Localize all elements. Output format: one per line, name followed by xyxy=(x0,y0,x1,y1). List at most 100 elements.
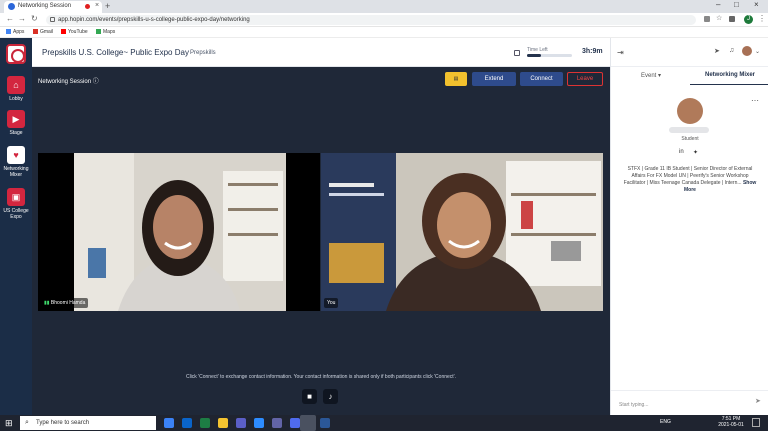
self-name-tag: You xyxy=(324,298,339,308)
maps-icon xyxy=(96,29,101,34)
right-panel-header: ⇥ ➤ ♫ ⌄ xyxy=(611,38,768,67)
participant-bio: STFX | Grade 11 IB Student | Senior Dire… xyxy=(623,166,757,193)
camera-toggle-button[interactable]: ■ xyxy=(302,389,317,404)
language-indicator[interactable]: ENG xyxy=(660,419,671,425)
reload-icon[interactable]: ↻ xyxy=(31,14,38,23)
file-explorer-icon[interactable] xyxy=(218,418,228,428)
time-left-progress xyxy=(527,54,572,57)
new-tab-button[interactable]: + xyxy=(105,1,110,11)
forward-icon[interactable]: → xyxy=(18,14,26,23)
info-icon[interactable]: ⓘ xyxy=(93,79,99,85)
microphone-icon: ♪ xyxy=(328,392,333,401)
calendar-icon xyxy=(514,50,520,56)
gmail-icon xyxy=(33,29,38,34)
bookmark-maps[interactable]: Maps xyxy=(96,29,115,35)
self-video-feed xyxy=(321,153,603,311)
networking-icon: ♥ xyxy=(7,146,25,164)
send-invite-icon[interactable]: ➤ xyxy=(714,47,720,55)
browser-tab[interactable]: Networking Session × xyxy=(4,1,102,13)
hopin-favicon-icon xyxy=(8,3,15,10)
time-left-progress-fill xyxy=(527,54,541,57)
event-title: Prepskills U.S. College~ Public Expo Day xyxy=(42,48,189,57)
windows-start-icon[interactable]: ⊞ xyxy=(5,418,13,429)
sidebar-item-lobby[interactable]: ⌂ Lobby xyxy=(0,76,32,102)
bookmark-youtube[interactable]: YouTube xyxy=(61,29,88,35)
chat-input[interactable]: Start typing... ➤ xyxy=(611,390,768,415)
event-header: Prepskills U.S. College~ Public Expo Day… xyxy=(32,38,610,67)
notifications-icon[interactable] xyxy=(752,418,760,427)
video-camera-icon: ■ xyxy=(307,392,312,401)
microphone-toggle-button[interactable]: ♪ xyxy=(323,389,338,404)
more-options-icon[interactable]: ⋯ xyxy=(751,96,759,105)
zoom-icon[interactable] xyxy=(254,418,264,428)
network-icon: ▤ xyxy=(453,76,459,82)
minimize-window-button[interactable]: – xyxy=(716,0,720,9)
home-icon: ⌂ xyxy=(7,76,25,94)
bookmark-gmail[interactable]: Gmail xyxy=(33,29,53,35)
right-panel: ⇥ ➤ ♫ ⌄ Event ▾ Networking Mixer ⋯ Stude… xyxy=(610,38,768,415)
taskbar-search-box[interactable]: ⌕ Type here to search xyxy=(20,416,156,430)
address-bar-row: ← → ↻ app.hopin.com/events/prepskills-u-… xyxy=(0,13,768,27)
youtube-icon xyxy=(61,29,66,34)
expo-booth-icon: ▣ xyxy=(7,188,25,206)
event-organizer[interactable]: Prepskills xyxy=(190,50,216,56)
time-left-label: Time Left xyxy=(527,47,548,53)
twitter-icon[interactable]: ✦ xyxy=(693,149,698,156)
active-tab-indicator xyxy=(690,84,768,85)
self-video-tile: You xyxy=(321,153,603,311)
bookmark-apps[interactable]: Apps xyxy=(6,29,24,35)
extend-button[interactable]: Extend xyxy=(472,72,516,86)
collapse-panel-icon[interactable]: ⇥ xyxy=(617,48,624,57)
linkedin-icon[interactable]: in xyxy=(679,149,684,155)
url-text: app.hopin.com/events/prepskills-u-s-coll… xyxy=(58,17,250,23)
session-title: Networking Session ⓘ xyxy=(38,79,99,85)
recording-indicator-icon xyxy=(85,4,90,9)
tab-networking-mixer[interactable]: Networking Mixer xyxy=(705,72,755,78)
sidebar-item-us-college-expo[interactable]: ▣ US College Expo xyxy=(0,188,32,220)
browser-tab-strip: Networking Session × + – □ × xyxy=(0,0,768,13)
tab-title: Networking Session xyxy=(18,3,72,9)
excel-icon[interactable] xyxy=(200,418,210,428)
participant-video-feed xyxy=(74,153,286,311)
chevron-down-icon[interactable]: ⌄ xyxy=(755,48,760,55)
connect-button[interactable]: Connect xyxy=(520,72,563,86)
back-icon[interactable]: ← xyxy=(6,14,14,23)
chrome-taskbar-item[interactable] xyxy=(300,415,316,431)
tab-event[interactable]: Event ▾ xyxy=(641,72,661,79)
outlook-icon[interactable] xyxy=(182,418,192,428)
maximize-window-button[interactable]: □ xyxy=(734,0,739,9)
more-menu-icon[interactable]: ⋮ xyxy=(758,14,766,23)
send-message-icon[interactable]: ➤ xyxy=(755,397,761,405)
star-bookmark-icon[interactable]: ☆ xyxy=(716,14,722,22)
time-left-value: 3h:9m xyxy=(582,48,603,55)
lock-icon xyxy=(50,17,55,22)
connect-info-text: Click 'Connect' to exchange contact info… xyxy=(185,374,457,380)
bell-icon[interactable]: ♫ xyxy=(729,47,734,54)
camera-permission-icon[interactable] xyxy=(704,16,710,22)
user-avatar[interactable] xyxy=(742,46,752,56)
participant-video-tile: ▮▮ Bhoomi Hamda xyxy=(38,153,320,311)
participant-name-blurred xyxy=(669,127,709,133)
network-status-button[interactable]: ▤ xyxy=(445,72,467,86)
discord-icon[interactable] xyxy=(290,418,300,428)
video-camera-icon: ▶ xyxy=(7,110,25,128)
extension-icon[interactable] xyxy=(729,16,735,22)
search-icon: ⌕ xyxy=(25,419,29,426)
event-logo[interactable] xyxy=(6,44,26,64)
sidebar-item-networking-mixer[interactable]: ♥ Networking Mixer xyxy=(0,146,32,178)
edge-icon[interactable] xyxy=(164,418,174,428)
apps-grid-icon xyxy=(6,29,11,34)
word-icon[interactable] xyxy=(320,418,330,428)
leave-button[interactable]: Leave xyxy=(567,72,603,86)
teams-alt-icon[interactable] xyxy=(272,418,282,428)
sidebar-item-stage[interactable]: ▶ Stage xyxy=(0,110,32,136)
profile-avatar[interactable]: J xyxy=(744,15,753,24)
taskbar-clock[interactable]: 7:51 PM 2021-05-01 xyxy=(718,416,744,428)
audio-level-icon: ▮▮ xyxy=(44,300,50,306)
close-window-button[interactable]: × xyxy=(754,0,759,9)
teams-icon[interactable] xyxy=(236,418,246,428)
close-tab-icon[interactable]: × xyxy=(95,2,99,9)
bookmarks-bar: Apps Gmail YouTube Maps xyxy=(0,27,768,38)
hopin-app: ⌂ Lobby ▶ Stage ♥ Networking Mixer ▣ US … xyxy=(0,38,768,415)
url-field[interactable]: app.hopin.com/events/prepskills-u-s-coll… xyxy=(46,15,696,25)
